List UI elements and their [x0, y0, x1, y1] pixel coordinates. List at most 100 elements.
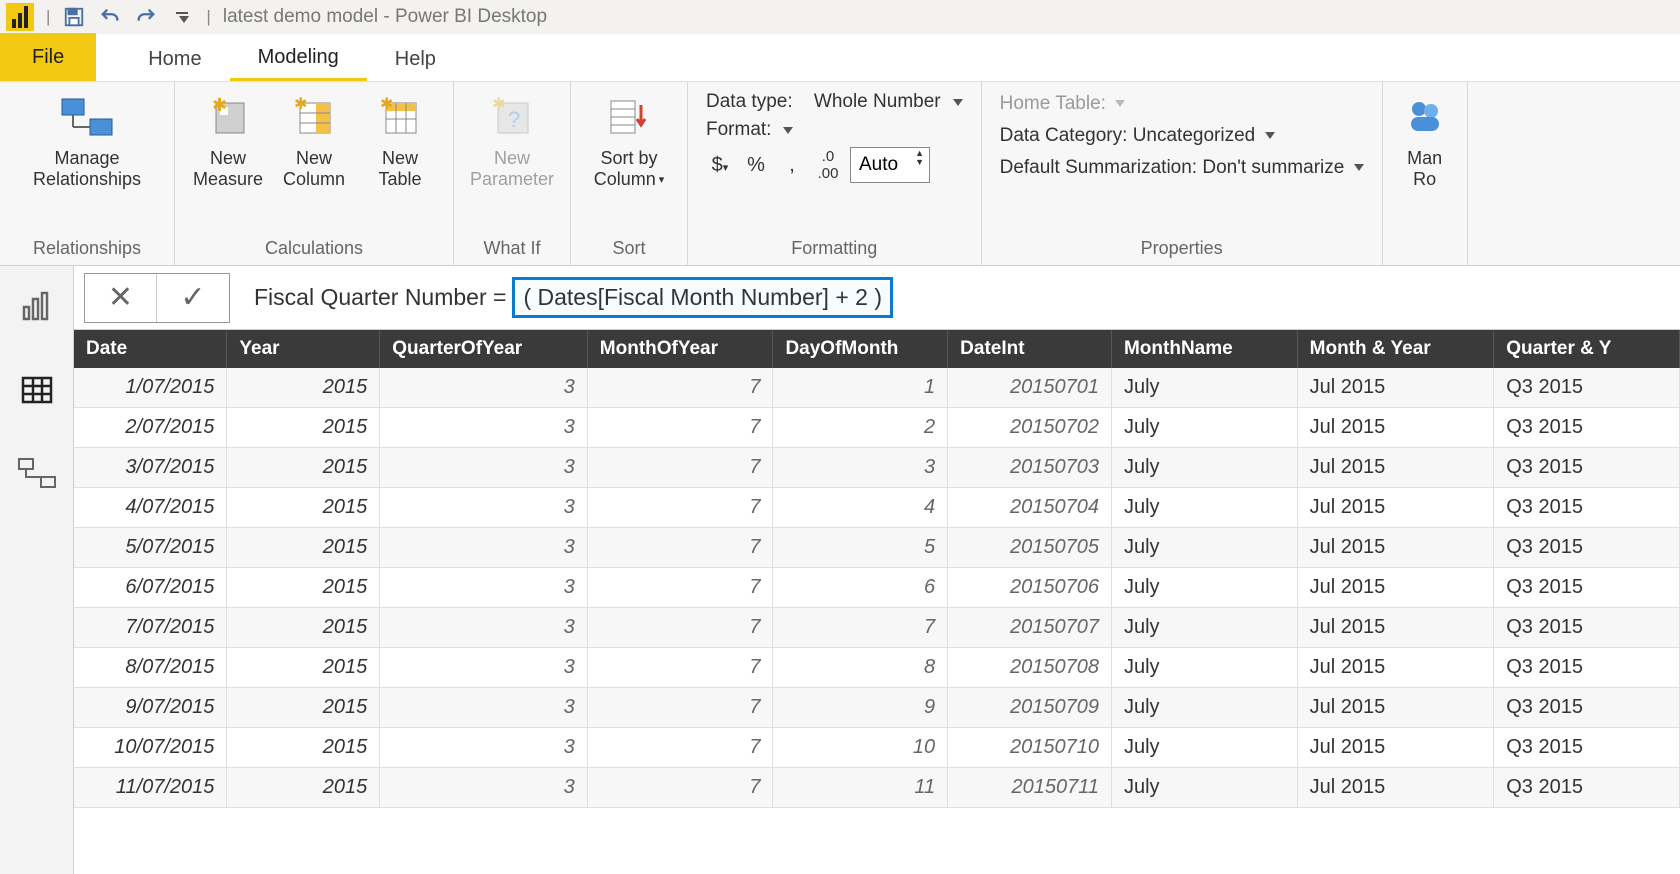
new-table-button[interactable]: ✱ NewTable — [359, 88, 441, 189]
table-cell[interactable]: Q3 2015 — [1494, 648, 1680, 688]
table-row[interactable]: 3/07/2015201537320150703JulyJul 2015Q3 2… — [74, 448, 1680, 488]
data-table[interactable]: DateYearQuarterOfYearMonthOfYearDayOfMon… — [74, 330, 1680, 874]
table-cell[interactable]: 7 — [587, 728, 773, 768]
table-cell[interactable]: 4/07/2015 — [74, 488, 227, 528]
table-cell[interactable]: 3 — [773, 448, 948, 488]
table-cell[interactable]: 11/07/2015 — [74, 768, 227, 808]
table-row[interactable]: 1/07/2015201537120150701JulyJul 2015Q3 2… — [74, 368, 1680, 408]
table-cell[interactable]: 4 — [773, 488, 948, 528]
table-cell[interactable]: July — [1111, 528, 1297, 568]
table-cell[interactable]: 10/07/2015 — [74, 728, 227, 768]
table-cell[interactable]: 2015 — [227, 448, 380, 488]
data-type-selector[interactable]: Data type: Whole Number — [706, 91, 963, 113]
default-summarization-selector[interactable]: Default Summarization: Don't summarize — [1000, 157, 1364, 179]
new-column-button[interactable]: ✱ NewColumn — [273, 88, 355, 189]
table-cell[interactable]: 20150701 — [948, 368, 1112, 408]
table-cell[interactable]: 8/07/2015 — [74, 648, 227, 688]
column-header[interactable]: Month & Year — [1297, 330, 1494, 368]
table-cell[interactable]: 20150704 — [948, 488, 1112, 528]
column-header[interactable]: QuarterOfYear — [380, 330, 588, 368]
table-cell[interactable]: 5 — [773, 528, 948, 568]
table-cell[interactable]: 20150706 — [948, 568, 1112, 608]
table-cell[interactable]: Q3 2015 — [1494, 728, 1680, 768]
table-cell[interactable]: 3 — [380, 488, 588, 528]
table-cell[interactable]: 7 — [587, 408, 773, 448]
table-cell[interactable]: 3/07/2015 — [74, 448, 227, 488]
table-cell[interactable]: July — [1111, 688, 1297, 728]
table-cell[interactable]: 7 — [587, 608, 773, 648]
column-header[interactable]: Quarter & Y — [1494, 330, 1680, 368]
tab-help[interactable]: Help — [367, 37, 464, 81]
table-cell[interactable]: Q3 2015 — [1494, 608, 1680, 648]
table-cell[interactable]: 3 — [380, 728, 588, 768]
table-cell[interactable]: 3 — [380, 568, 588, 608]
column-header[interactable]: Date — [74, 330, 227, 368]
table-cell[interactable]: 2/07/2015 — [74, 408, 227, 448]
table-cell[interactable]: Jul 2015 — [1297, 408, 1494, 448]
tab-modeling[interactable]: Modeling — [230, 37, 367, 81]
table-cell[interactable]: Jul 2015 — [1297, 648, 1494, 688]
table-cell[interactable]: 7 — [773, 608, 948, 648]
table-cell[interactable]: July — [1111, 488, 1297, 528]
table-cell[interactable]: 20150709 — [948, 688, 1112, 728]
table-cell[interactable]: Q3 2015 — [1494, 448, 1680, 488]
table-row[interactable]: 7/07/2015201537720150707JulyJul 2015Q3 2… — [74, 608, 1680, 648]
table-cell[interactable]: 1/07/2015 — [74, 368, 227, 408]
table-cell[interactable]: Jul 2015 — [1297, 568, 1494, 608]
table-cell[interactable]: 6/07/2015 — [74, 568, 227, 608]
table-cell[interactable]: 5/07/2015 — [74, 528, 227, 568]
table-cell[interactable]: 3 — [380, 648, 588, 688]
table-row[interactable]: 10/07/20152015371020150710JulyJul 2015Q3… — [74, 728, 1680, 768]
table-cell[interactable]: Jul 2015 — [1297, 728, 1494, 768]
table-cell[interactable]: 7 — [587, 488, 773, 528]
data-view-button[interactable] — [15, 368, 59, 412]
table-cell[interactable]: Q3 2015 — [1494, 368, 1680, 408]
table-cell[interactable]: 7 — [587, 528, 773, 568]
table-cell[interactable]: 1 — [773, 368, 948, 408]
report-view-button[interactable] — [15, 284, 59, 328]
table-cell[interactable]: Q3 2015 — [1494, 688, 1680, 728]
table-cell[interactable]: Q3 2015 — [1494, 768, 1680, 808]
table-cell[interactable]: 2015 — [227, 608, 380, 648]
table-row[interactable]: 4/07/2015201537420150704JulyJul 2015Q3 2… — [74, 488, 1680, 528]
table-cell[interactable]: 20150711 — [948, 768, 1112, 808]
table-row[interactable]: 2/07/2015201537220150702JulyJul 2015Q3 2… — [74, 408, 1680, 448]
undo-icon[interactable] — [92, 2, 128, 32]
table-cell[interactable]: 2015 — [227, 408, 380, 448]
table-cell[interactable]: July — [1111, 368, 1297, 408]
table-cell[interactable]: Jul 2015 — [1297, 608, 1494, 648]
table-cell[interactable]: Jul 2015 — [1297, 368, 1494, 408]
table-cell[interactable]: July — [1111, 608, 1297, 648]
table-cell[interactable]: Q3 2015 — [1494, 568, 1680, 608]
table-cell[interactable]: Q3 2015 — [1494, 488, 1680, 528]
table-cell[interactable]: July — [1111, 448, 1297, 488]
save-icon[interactable] — [56, 2, 92, 32]
table-cell[interactable]: 2015 — [227, 648, 380, 688]
table-cell[interactable]: 11 — [773, 768, 948, 808]
table-cell[interactable]: Jul 2015 — [1297, 448, 1494, 488]
table-cell[interactable]: Q3 2015 — [1494, 528, 1680, 568]
table-row[interactable]: 5/07/2015201537520150705JulyJul 2015Q3 2… — [74, 528, 1680, 568]
column-header[interactable]: MonthOfYear — [587, 330, 773, 368]
redo-icon[interactable] — [128, 2, 164, 32]
table-cell[interactable]: 3 — [380, 768, 588, 808]
table-cell[interactable]: 3 — [380, 368, 588, 408]
table-cell[interactable]: 7 — [587, 648, 773, 688]
sort-by-column-button[interactable]: Sort byColumn▾ — [583, 88, 675, 189]
table-cell[interactable]: July — [1111, 768, 1297, 808]
tab-home[interactable]: Home — [120, 37, 229, 81]
column-header[interactable]: Year — [227, 330, 380, 368]
table-cell[interactable]: July — [1111, 648, 1297, 688]
table-cell[interactable]: July — [1111, 568, 1297, 608]
table-cell[interactable]: 7 — [587, 768, 773, 808]
table-cell[interactable]: 7/07/2015 — [74, 608, 227, 648]
tab-file[interactable]: File — [0, 33, 96, 81]
table-cell[interactable]: 3 — [380, 608, 588, 648]
table-cell[interactable]: 7 — [587, 688, 773, 728]
table-cell[interactable]: 20150705 — [948, 528, 1112, 568]
comma-format-button[interactable]: , — [778, 154, 806, 177]
table-cell[interactable]: 2015 — [227, 768, 380, 808]
table-cell[interactable]: 7 — [587, 448, 773, 488]
table-cell[interactable]: 7 — [587, 568, 773, 608]
formula-input[interactable]: Fiscal Quarter Number = ( Dates[Fiscal M… — [236, 277, 1680, 318]
